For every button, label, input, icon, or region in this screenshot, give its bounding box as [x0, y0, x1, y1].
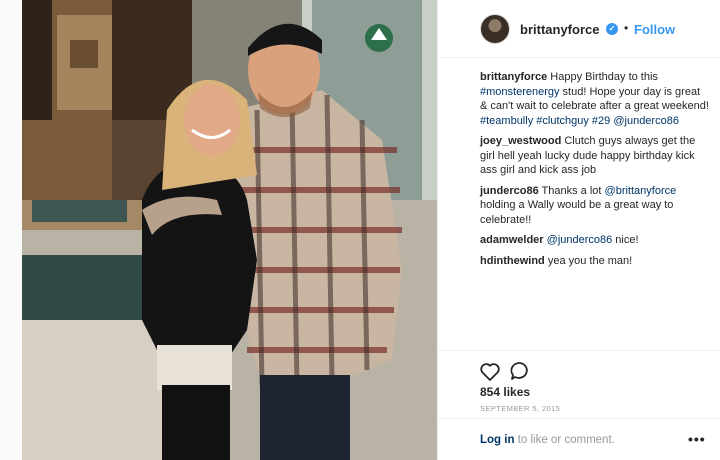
instagram-embed: brittanyforce ✓ • Follow brittanyforce H… — [0, 0, 720, 460]
comment-text: Thanks a lot — [538, 184, 605, 197]
comment-username[interactable]: junderco86 — [480, 185, 539, 197]
header-username[interactable]: brittanyforce — [520, 22, 599, 37]
comment-text: holding a Wally would be a great way to … — [480, 199, 674, 226]
follow-button[interactable]: Follow — [634, 22, 675, 37]
login-text: to like or comment. — [514, 434, 615, 446]
comment-text: yea you the man! — [544, 254, 633, 267]
post-photo[interactable] — [22, 0, 437, 460]
post-header: brittanyforce ✓ • Follow — [438, 0, 720, 58]
hashtag-clutchguy[interactable]: #clutchguy — [536, 115, 589, 127]
header-separator: • — [624, 21, 629, 35]
comment-item: joey_westwood Clutch guys always get the… — [480, 134, 710, 178]
heart-icon[interactable] — [478, 359, 502, 383]
comment-mention[interactable]: @brittanyforce — [605, 185, 677, 197]
more-options-icon[interactable]: ••• — [688, 431, 706, 447]
comment-mention[interactable]: @junderco86 — [544, 234, 613, 246]
speech-bubble-icon[interactable] — [508, 359, 532, 383]
hashtag-29[interactable]: #29 — [592, 115, 610, 127]
caption-text-1: Happy Birthday to this — [547, 71, 658, 83]
likes-count[interactable]: 854 likes — [480, 385, 530, 399]
verified-badge-icon: ✓ — [606, 23, 618, 35]
hashtag-teambully[interactable]: #teambully — [480, 115, 533, 127]
hashtag-monsterenergy[interactable]: #monsterenergy — [480, 86, 560, 98]
profile-avatar[interactable] — [480, 14, 510, 44]
caption-mention[interactable]: @junderco86 — [613, 115, 679, 127]
comment-username[interactable]: hdinthewind — [480, 255, 545, 267]
post-sidebar: brittanyforce ✓ • Follow brittanyforce H… — [437, 0, 720, 460]
post-footer: Log in to like or comment. ••• — [438, 418, 720, 460]
comment-item: junderco86 Thanks a lot @brittanyforce h… — [480, 184, 710, 228]
comment-text: nice! — [612, 234, 639, 246]
login-link[interactable]: Log in — [480, 434, 515, 446]
caption-username[interactable]: brittanyforce — [480, 71, 547, 83]
comment-username[interactable]: adamwelder — [480, 234, 544, 246]
login-prompt: Log in to like or comment. — [480, 434, 615, 446]
caption: brittanyforce Happy Birthday to this #mo… — [480, 70, 710, 128]
comment-username[interactable]: joey_westwood — [480, 135, 561, 147]
comment-item: adamwelder @junderco86 nice! — [480, 233, 710, 248]
comment-item: hdinthewind yea you the man! — [480, 254, 710, 269]
photo-illustration — [22, 0, 437, 460]
comments-list: brittanyforce Happy Birthday to this #mo… — [480, 70, 710, 274]
post-date: SEPTEMBER 5, 2015 — [480, 404, 561, 413]
